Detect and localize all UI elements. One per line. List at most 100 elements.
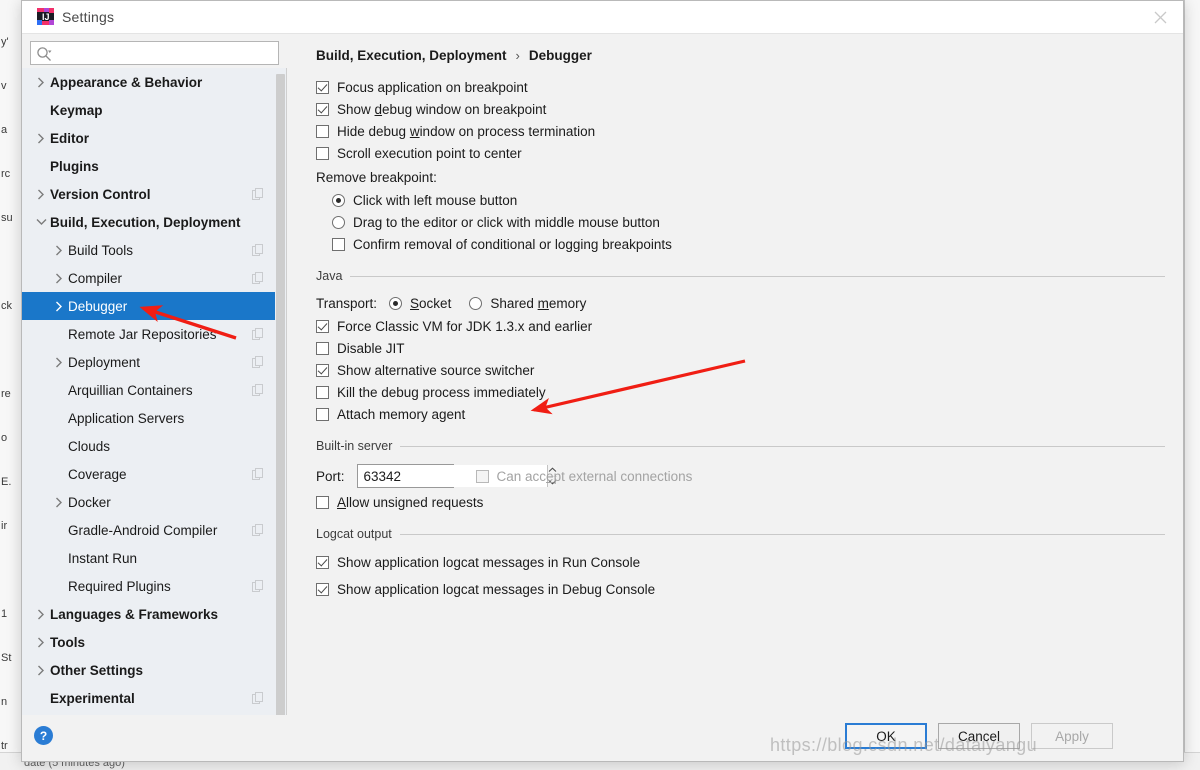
- show-debug-window-on-breakpoint-checkbox[interactable]: [316, 102, 329, 116]
- kill-the-debug-process-immediately-row[interactable]: Kill the debug process immediately: [316, 381, 1165, 403]
- chevron-right-icon[interactable]: [32, 180, 50, 208]
- chevron-right-icon[interactable]: [50, 236, 68, 264]
- sidebar-item-instant-run[interactable]: Instant Run: [22, 544, 286, 572]
- port-field[interactable]: [356, 464, 557, 488]
- attach-memory-agent-checkbox[interactable]: [316, 407, 329, 421]
- breadcrumb-separator-icon: ›: [515, 48, 520, 63]
- focus-application-on-breakpoint-checkbox[interactable]: [316, 80, 329, 94]
- click-with-left-mouse-button-radio[interactable]: [332, 193, 345, 207]
- sidebar-item-coverage[interactable]: Coverage: [22, 460, 286, 488]
- focus-application-on-breakpoint-row[interactable]: Focus application on breakpoint: [316, 76, 1165, 98]
- chevron-right-icon[interactable]: [32, 600, 50, 628]
- sidebar-item-label: Gradle-Android Compiler: [68, 522, 218, 538]
- drag-to-the-editor-or-click-with-middle-mouse-button-row[interactable]: Drag to the editor or click with middle …: [332, 211, 1165, 233]
- sidebar-item-build-execution-deployment[interactable]: Build, Execution, Deployment: [22, 208, 286, 236]
- settings-tree[interactable]: Appearance & Behavior Keymap Editor Plugins…: [22, 68, 287, 715]
- disable-jit-row[interactable]: Disable JIT: [316, 337, 1165, 359]
- copy-settings-icon[interactable]: [252, 244, 264, 256]
- show-application-logcat-messages-in-debug-console-row[interactable]: Show application logcat messages in Debu…: [316, 576, 1165, 603]
- allow-unsigned-requests-label: Allow unsigned requests: [337, 494, 484, 510]
- click-with-left-mouse-button-row[interactable]: Click with left mouse button: [332, 189, 1165, 211]
- sidebar-item-arquillian-containers[interactable]: Arquillian Containers: [22, 376, 286, 404]
- sidebar-item-deployment[interactable]: Deployment: [22, 348, 286, 376]
- allow-unsigned-requests-row[interactable]: Allow unsigned requests: [316, 491, 1165, 513]
- copy-settings-icon[interactable]: [252, 356, 264, 368]
- sidebar-item-application-servers[interactable]: Application Servers: [22, 404, 286, 432]
- confirm-removal-of-breakpoints-row[interactable]: Confirm removal of conditional or loggin…: [332, 233, 1165, 255]
- sidebar-item-gradle-android-compiler[interactable]: Gradle-Android Compiler: [22, 516, 286, 544]
- sidebar-item-build-tools[interactable]: Build Tools: [22, 236, 286, 264]
- sidebar-item-plugins[interactable]: Plugins: [22, 152, 286, 180]
- background-text-fragment: tr: [1, 740, 8, 752]
- force-classic-vm-for-jdk-1-3-x-and-earlier-checkbox[interactable]: [316, 319, 329, 333]
- hide-debug-window-on-process-termination-row[interactable]: Hide debug window on process termination: [316, 120, 1165, 142]
- transport-label: Transport:: [316, 295, 378, 311]
- hide-debug-window-on-process-termination-checkbox[interactable]: [316, 124, 329, 138]
- sidebar-item-version-control[interactable]: Version Control: [22, 180, 286, 208]
- can-accept-external-connections-row[interactable]: Can accept external connections: [475, 465, 692, 487]
- copy-settings-icon[interactable]: [252, 692, 264, 704]
- sidebar-item-remote-jar-repositories[interactable]: Remote Jar Repositories: [22, 320, 286, 348]
- disable-jit-checkbox[interactable]: [316, 341, 329, 355]
- ok-button[interactable]: OK: [845, 723, 927, 749]
- chevron-right-icon[interactable]: [50, 488, 68, 516]
- sidebar-item-clouds[interactable]: Clouds: [22, 432, 286, 460]
- chevron-down-icon[interactable]: [32, 208, 50, 236]
- copy-settings-icon[interactable]: [252, 524, 264, 536]
- copy-settings-icon[interactable]: [252, 328, 264, 340]
- tree-scrollbar-thumb[interactable]: [276, 74, 285, 715]
- sidebar-item-appearance-behavior[interactable]: Appearance & Behavior: [22, 68, 286, 96]
- close-icon[interactable]: [1137, 1, 1183, 33]
- kill-the-debug-process-immediately-checkbox[interactable]: [316, 385, 329, 399]
- show-application-logcat-messages-in-run-console-row[interactable]: Show application logcat messages in Run …: [316, 549, 1165, 576]
- breadcrumb-parent[interactable]: Build, Execution, Deployment: [316, 48, 507, 63]
- cancel-button[interactable]: Cancel: [938, 723, 1020, 749]
- transport-socket-radio[interactable]: [389, 296, 403, 310]
- show-debug-window-on-breakpoint-row[interactable]: Show debug window on breakpoint: [316, 98, 1165, 120]
- sidebar-item-languages-frameworks[interactable]: Languages & Frameworks: [22, 600, 286, 628]
- chevron-right-icon[interactable]: [50, 264, 68, 292]
- confirm-removal-of-breakpoints-label: Confirm removal of conditional or loggin…: [353, 236, 672, 252]
- chevron-right-icon[interactable]: [50, 348, 68, 376]
- show-application-logcat-messages-in-debug-console-checkbox[interactable]: [316, 583, 329, 596]
- sidebar-item-docker[interactable]: Docker: [22, 488, 286, 516]
- show-alternative-source-switcher-row[interactable]: Show alternative source switcher: [316, 359, 1165, 381]
- sidebar-item-keymap[interactable]: Keymap: [22, 96, 286, 124]
- chevron-right-icon[interactable]: [50, 292, 68, 320]
- copy-settings-icon[interactable]: [252, 580, 264, 592]
- scroll-execution-point-to-center-checkbox[interactable]: [316, 146, 329, 160]
- transport-shared-memory-radio[interactable]: [469, 296, 483, 310]
- sidebar-item-other-settings[interactable]: Other Settings: [22, 656, 286, 684]
- background-text-fragment: E.: [1, 476, 12, 488]
- show-alternative-source-switcher-checkbox[interactable]: [316, 363, 329, 377]
- copy-settings-icon[interactable]: [252, 384, 264, 396]
- chevron-right-icon[interactable]: [32, 124, 50, 152]
- search-input[interactable]: [30, 41, 279, 65]
- transport-shared-memory-row[interactable]: Shared memory: [469, 292, 586, 314]
- copy-settings-icon[interactable]: [252, 272, 264, 284]
- confirm-removal-of-breakpoints-checkbox[interactable]: [332, 237, 345, 251]
- show-application-logcat-messages-in-run-console-label: Show application logcat messages in Run …: [337, 555, 641, 570]
- chevron-right-icon[interactable]: [32, 68, 50, 96]
- sidebar-item-experimental[interactable]: Experimental: [22, 684, 286, 712]
- chevron-right-icon[interactable]: [32, 628, 50, 656]
- drag-to-the-editor-or-click-with-middle-mouse-button-radio[interactable]: [332, 215, 345, 229]
- sidebar-item-label: Languages & Frameworks: [50, 606, 219, 622]
- sidebar-item-compiler[interactable]: Compiler: [22, 264, 286, 292]
- sidebar-item-debugger[interactable]: Debugger: [22, 292, 286, 320]
- copy-settings-icon[interactable]: [252, 468, 264, 480]
- force-classic-vm-for-jdk-1-3-x-and-earlier-row[interactable]: Force Classic VM for JDK 1.3.x and earli…: [316, 315, 1165, 337]
- sidebar-item-required-plugins[interactable]: Required Plugins: [22, 572, 286, 600]
- transport-socket-row[interactable]: Socket: [389, 292, 451, 314]
- allow-unsigned-requests-checkbox[interactable]: [316, 495, 329, 509]
- show-application-logcat-messages-in-run-console-checkbox[interactable]: [316, 556, 329, 569]
- scroll-execution-point-to-center-row[interactable]: Scroll execution point to center: [316, 142, 1165, 164]
- attach-memory-agent-row[interactable]: Attach memory agent: [316, 403, 1165, 425]
- tree-scrollbar-track: [275, 68, 286, 715]
- help-icon[interactable]: ?: [34, 726, 53, 745]
- sidebar-item-editor[interactable]: Editor: [22, 124, 286, 152]
- chevron-right-icon[interactable]: [32, 656, 50, 684]
- copy-settings-icon[interactable]: [252, 188, 264, 200]
- sidebar-item-tools[interactable]: Tools: [22, 628, 286, 656]
